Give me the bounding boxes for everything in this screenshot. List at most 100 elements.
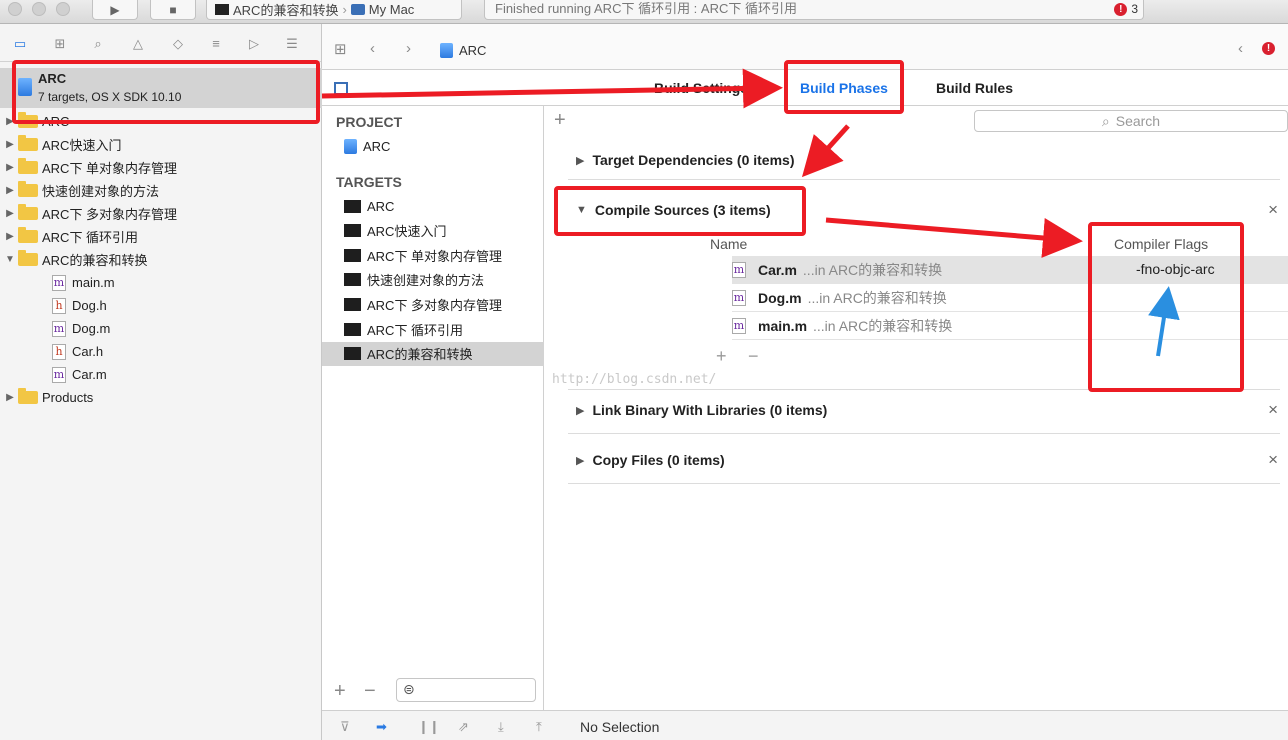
minimize-window-button[interactable]: [32, 2, 46, 16]
disclosure-right-icon[interactable]: ▶: [2, 185, 18, 196]
tree-item[interactable]: ▶ 快速创建对象的方法: [0, 179, 322, 202]
close-icon[interactable]: ×: [1268, 400, 1278, 420]
filter-field[interactable]: ⊜: [396, 678, 536, 702]
error-badge[interactable]: ! 3: [1114, 2, 1138, 16]
disclosure-right-icon[interactable]: ▶: [2, 139, 18, 150]
scheme-device-label: My Mac: [368, 2, 415, 17]
tab-build-rules[interactable]: Build Rules: [936, 80, 1013, 96]
run-button[interactable]: ▶: [92, 0, 138, 20]
tab-build-settings[interactable]: Build Settings: [654, 80, 748, 96]
disclosure-right-icon[interactable]: ▶: [2, 162, 18, 173]
target-item[interactable]: 快速创建对象的方法: [322, 268, 544, 292]
folder-icon[interactable]: ▭: [12, 37, 28, 51]
forward-arrow-icon[interactable]: ›: [406, 40, 411, 57]
target-item[interactable]: ARC: [322, 194, 544, 218]
stop-icon: ■: [169, 2, 177, 17]
breadcrumb[interactable]: ARC: [440, 43, 486, 58]
project-item[interactable]: ARC: [322, 134, 544, 158]
search-icon[interactable]: ⌕: [90, 37, 106, 51]
filter-icon: ⊜: [403, 681, 415, 697]
step-over-icon[interactable]: ⇗: [458, 719, 469, 735]
warning-icon[interactable]: △: [130, 37, 146, 51]
target-icon: [215, 4, 229, 15]
error-count: 3: [1131, 2, 1138, 16]
pause-icon[interactable]: ❙❙: [418, 719, 440, 735]
tree-item-label: ARC下 循环引用: [42, 230, 139, 245]
targets-header: TARGETS: [336, 174, 402, 190]
tree-item[interactable]: h Car.h: [0, 340, 322, 363]
disclosure-right-icon: ▶: [576, 154, 585, 167]
back-arrow-icon[interactable]: ‹: [370, 40, 375, 57]
tree-item[interactable]: ▶ ARC快速入门: [0, 133, 322, 156]
target-item-label: ARC下 多对象内存管理: [367, 297, 503, 313]
tree-item[interactable]: m main.m: [0, 271, 322, 294]
source-file-icon: m: [52, 274, 66, 291]
disclosure-right-icon[interactable]: ▶: [2, 208, 18, 219]
disclosure-right-icon[interactable]: ▶: [2, 231, 18, 242]
hide-debug-icon[interactable]: ⊽: [340, 719, 350, 735]
step-in-icon[interactable]: ⤓: [498, 719, 504, 735]
remove-source-button[interactable]: −: [748, 346, 759, 367]
targets-bottom-bar: + − ⊜: [322, 674, 544, 710]
back-arrow-icon[interactable]: ‹: [1238, 40, 1243, 57]
target-item[interactable]: ARC的兼容和转换: [322, 341, 544, 366]
tree-item[interactable]: ▶ Products: [0, 386, 322, 409]
debug-icon[interactable]: ≡: [208, 37, 224, 51]
tree-item[interactable]: m Dog.m: [0, 317, 322, 340]
target-item[interactable]: ARC快速入门: [322, 219, 544, 243]
search-icon: ⌕: [1101, 112, 1110, 129]
tree-item[interactable]: ▶ ARC下 多对象内存管理: [0, 202, 322, 225]
column-name: Name: [710, 236, 748, 252]
step-out-icon[interactable]: ⤒: [536, 719, 542, 735]
add-phase-button[interactable]: +: [554, 110, 566, 130]
breakpoints-toggle-icon[interactable]: ➡: [376, 719, 387, 735]
breakpoint-icon[interactable]: ▷: [246, 37, 262, 51]
source-file-path: ...in ARC的兼容和转换: [813, 317, 953, 334]
related-items-icon[interactable]: ⊞: [334, 40, 347, 58]
target-app-icon: [344, 199, 361, 213]
test-icon[interactable]: ◇: [170, 37, 186, 51]
tree-item-label: Products: [42, 390, 94, 405]
tree-item-label: Car.h: [72, 344, 104, 359]
tree-item[interactable]: ▼ ARC的兼容和转换: [0, 248, 322, 271]
stop-button[interactable]: ■: [150, 0, 196, 20]
disclosure-right-icon[interactable]: ▶: [2, 392, 18, 403]
project-icon: [344, 138, 357, 154]
zoom-window-button[interactable]: [56, 2, 70, 16]
remove-target-button[interactable]: −: [364, 680, 376, 703]
disclosure-down-icon[interactable]: ▼: [2, 254, 18, 265]
add-target-button[interactable]: +: [334, 680, 346, 703]
folder-icon: [18, 204, 38, 220]
target-item-label: 快速创建对象的方法: [367, 273, 485, 289]
phase-header[interactable]: ▶ Link Binary With Libraries (0 items): [576, 402, 827, 418]
error-icon[interactable]: !: [1262, 42, 1275, 55]
phase-copy-files: ▶ Copy Files (0 items) ×: [568, 438, 1280, 484]
report-icon[interactable]: ☰: [284, 37, 300, 51]
phase-header[interactable]: ▶ Copy Files (0 items): [576, 452, 725, 468]
target-app-icon: [344, 248, 361, 262]
tree-item[interactable]: m Car.m: [0, 363, 322, 386]
target-app-icon: [344, 322, 361, 336]
target-item[interactable]: ARC下 多对象内存管理: [322, 292, 544, 316]
play-icon: ▶: [110, 2, 120, 17]
add-source-button[interactable]: +: [716, 346, 727, 367]
tree-item[interactable]: ▶ ARC下 循环引用: [0, 225, 322, 248]
xcode-window: ▶ ■ ARC的兼容和转换 › My Mac Finished running …: [0, 0, 1288, 740]
hierarchy-icon[interactable]: ⊞: [52, 37, 68, 51]
target-item[interactable]: ARC下 单对象内存管理: [322, 243, 544, 267]
target-app-icon: [344, 297, 361, 311]
search-input[interactable]: ⌕ Search: [974, 110, 1288, 132]
phase-link-binary: ▶ Link Binary With Libraries (0 items) ×: [568, 388, 1280, 434]
tree-item[interactable]: ▶ ARC下 单对象内存管理: [0, 156, 322, 179]
close-icon[interactable]: ×: [1268, 200, 1278, 220]
header-file-icon: h: [52, 297, 66, 314]
close-window-button[interactable]: [8, 2, 22, 16]
source-file-icon: m: [52, 320, 66, 337]
tree-item[interactable]: h Dog.h: [0, 294, 322, 317]
scheme-selector[interactable]: ARC的兼容和转换 › My Mac: [206, 0, 462, 20]
close-icon[interactable]: ×: [1268, 450, 1278, 470]
phase-header[interactable]: ▶ Target Dependencies (0 items): [576, 152, 795, 168]
target-item[interactable]: ARC下 循环引用: [322, 317, 544, 341]
project-header: PROJECT: [336, 114, 403, 130]
sidebar-toggle-icon[interactable]: [334, 82, 348, 95]
